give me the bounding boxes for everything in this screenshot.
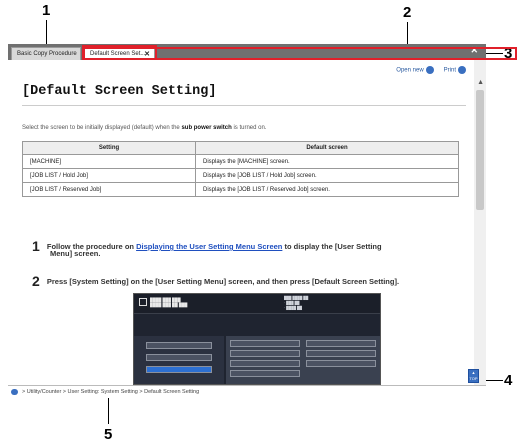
top-label: TOP xyxy=(469,376,478,381)
back-to-top-button[interactable]: ▲ TOP xyxy=(468,369,479,383)
screenshot-option-button xyxy=(230,360,300,367)
screenshot-option-button xyxy=(306,340,376,347)
table-row: [MACHINE] Displays the [MACHINE] screen. xyxy=(22,154,459,169)
screenshot-option-button xyxy=(306,360,376,367)
callout-1-line xyxy=(46,20,47,46)
open-new-label: Open new xyxy=(396,67,424,74)
table-header: Setting xyxy=(22,141,196,155)
title-divider xyxy=(22,105,466,106)
step-2-number: 2 xyxy=(32,273,40,289)
scrollbar-thumb[interactable] xyxy=(476,90,484,210)
scroll-up-icon[interactable]: ▲ xyxy=(477,79,484,86)
callout-1: 1 xyxy=(42,2,51,19)
help-content: Open new Print [Default Screen Setting] … xyxy=(8,60,474,385)
vertical-scrollbar[interactable]: ▲ xyxy=(474,60,486,385)
step-2-text: Press [System Setting] on the [User Sett… xyxy=(46,277,400,286)
callout-4: 4 xyxy=(504,372,513,389)
print-label: Print xyxy=(443,67,456,74)
table-cell: Displays the [JOB LIST / Reserved Job] s… xyxy=(195,182,459,197)
screenshot-option-button xyxy=(230,350,300,357)
table-row: [JOB LIST / Reserved Job] Displays the [… xyxy=(22,182,459,197)
screenshot-menu-button xyxy=(146,342,212,349)
table-cell: [JOB LIST / Hold Job] xyxy=(22,168,196,183)
step-1-number: 1 xyxy=(32,238,40,254)
tab-highlight-box xyxy=(83,47,517,60)
screenshot-option-button xyxy=(230,340,300,347)
intro-suffix: is turned on. xyxy=(233,125,267,131)
table-header: Default screen xyxy=(195,141,459,155)
table-cell: Displays the [MACHINE] screen. xyxy=(195,154,459,169)
breadcrumb-path[interactable]: > Utility/Counter > User Setting: System… xyxy=(22,389,199,395)
info-icon xyxy=(139,298,147,306)
user-setting-menu-link[interactable]: Displaying the User Setting Menu Screen xyxy=(136,242,282,251)
screenshot-right-panel xyxy=(226,336,380,384)
settings-table: Setting Default screen [MACHINE] Display… xyxy=(22,141,459,197)
tab-basic-copy-procedure[interactable]: Basic Copy Procedure xyxy=(11,47,81,60)
system-setting-screenshot: ████ ███ ███ ████ ███ ██ ███ ███ ████ ██ ·… xyxy=(133,293,381,385)
screenshot-option-button xyxy=(306,350,376,357)
open-new-icon xyxy=(425,66,434,74)
table-header-row: Setting Default screen xyxy=(22,141,459,155)
intro-bold: sub power switch xyxy=(181,125,232,131)
print-button[interactable]: Print xyxy=(444,66,466,74)
callout-5-line xyxy=(108,398,109,424)
callout-2: 2 xyxy=(403,4,412,21)
content-toolbar: Open new Print xyxy=(396,66,466,74)
intro-text: Select the screen to be initially displa… xyxy=(22,125,266,131)
screenshot-menu-button-selected xyxy=(146,366,212,373)
callout-5: 5 xyxy=(104,426,113,443)
intro-prefix: Select the screen to be initially displa… xyxy=(22,125,180,131)
screenshot-status-graphic: ███ ████ ██ · ███ ██ · ████ ██ xyxy=(284,296,309,310)
screenshot-menu-button xyxy=(146,354,212,361)
step-2: 2 Press [System Setting] on the [User Se… xyxy=(32,273,399,289)
print-icon xyxy=(458,66,466,74)
step-1-post: to display the [User Setting xyxy=(284,242,382,251)
table-cell: [JOB LIST / Reserved Job] xyxy=(22,182,196,197)
breadcrumb: > Utility/Counter > User Setting: System… xyxy=(8,385,486,398)
screenshot-header: ████ ███ ███ ████ ███ ██ ███ ███ ████ ██ ·… xyxy=(134,294,380,314)
page-title: [Default Screen Setting] xyxy=(22,84,217,99)
screenshot-option-button xyxy=(230,370,300,377)
help-viewer-window: Basic Copy Procedure Default Screen Set.… xyxy=(8,44,486,398)
tab-label: Basic Copy Procedure xyxy=(17,51,77,57)
breadcrumb-bubble-icon xyxy=(11,389,18,395)
screenshot-left-menu xyxy=(134,336,224,384)
table-cell: Displays the [JOB LIST / Hold Job] scree… xyxy=(195,168,459,183)
table-cell: [MACHINE] xyxy=(22,154,196,169)
screenshot-title-graphic: ████ ███ ███ ████ ███ ██ ███ xyxy=(150,297,188,307)
step-1-line-2: Menu] screen. xyxy=(50,249,101,258)
open-new-button[interactable]: Open new xyxy=(396,66,434,74)
table-row: [JOB LIST / Hold Job] Displays the [JOB … xyxy=(22,168,459,183)
